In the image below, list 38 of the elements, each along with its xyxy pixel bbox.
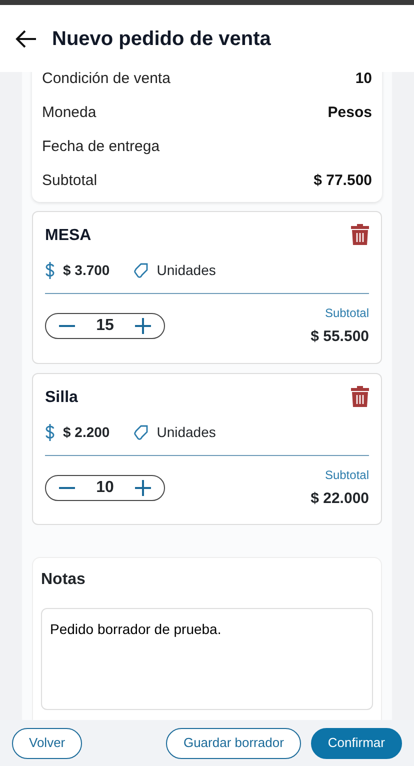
notes-field[interactable]: Pedido borrador de prueba. bbox=[41, 608, 373, 710]
dollar-icon bbox=[45, 424, 55, 440]
back-arrow-icon[interactable] bbox=[14, 28, 38, 48]
product-price: $ 3.700 bbox=[63, 261, 110, 280]
quantity-value: 15 bbox=[96, 316, 114, 336]
plus-icon[interactable] bbox=[135, 318, 152, 334]
unit-label: Unidades bbox=[156, 261, 216, 280]
page-title: Nuevo pedido de venta bbox=[52, 26, 271, 50]
action-button[interactable]: Volver bbox=[12, 728, 82, 758]
summary-value: Pesos bbox=[328, 102, 372, 123]
summary-value: $ 77.500 bbox=[314, 170, 372, 191]
dollar-icon bbox=[45, 262, 55, 279]
summary-label: Subtotal bbox=[42, 170, 98, 191]
minus-icon[interactable] bbox=[58, 325, 75, 328]
trash-icon[interactable] bbox=[351, 386, 369, 406]
tag-icon bbox=[134, 424, 149, 440]
unit-label: Unidades bbox=[156, 422, 216, 442]
subtotal-label: Subtotal bbox=[324, 305, 369, 322]
summary-label: Condición de venta bbox=[42, 72, 170, 89]
subtotal-value: $ 55.500 bbox=[310, 327, 369, 347]
quantity-stepper[interactable]: 15 bbox=[45, 313, 165, 340]
notes-title: Notas bbox=[41, 570, 86, 590]
subtotal-value: $ 22.000 bbox=[310, 488, 369, 508]
quantity-stepper[interactable]: 10 bbox=[45, 474, 165, 501]
plus-icon[interactable] bbox=[135, 480, 152, 496]
subtotal-label: Subtotal bbox=[324, 466, 369, 484]
trash-icon[interactable] bbox=[351, 224, 369, 245]
action-button[interactable]: Guardar borrador bbox=[166, 728, 301, 758]
product-price: $ 2.200 bbox=[63, 422, 110, 442]
product-name: Silla bbox=[45, 388, 78, 408]
product-name: MESA bbox=[45, 226, 92, 246]
summary-label: Fecha de entrega bbox=[42, 136, 160, 157]
action-button[interactable]: Confirmar bbox=[310, 728, 402, 758]
quantity-value: 10 bbox=[96, 478, 114, 498]
summary-value: 10 bbox=[355, 72, 372, 89]
minus-icon[interactable] bbox=[58, 486, 75, 489]
tag-icon bbox=[134, 263, 149, 278]
summary-label: Moneda bbox=[42, 102, 96, 123]
